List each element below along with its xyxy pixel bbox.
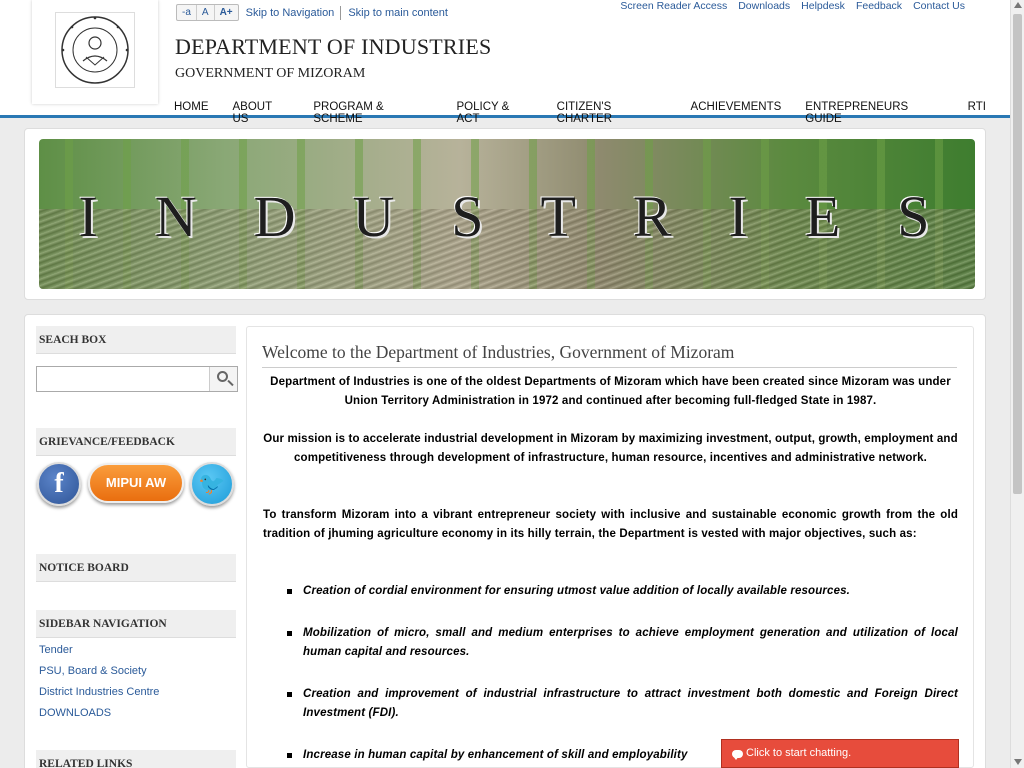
site-title: DEPARTMENT OF INDUSTRIES	[175, 34, 492, 59]
sidebar-link-psu-board-society[interactable]: PSU, Board & Society	[39, 665, 147, 677]
banner-letter: D	[253, 184, 302, 249]
main-content: Welcome to the Department of Industries,…	[246, 326, 974, 768]
bullet-icon	[287, 631, 292, 636]
bullet-icon	[287, 692, 292, 697]
facebook-icon[interactable]: f	[37, 462, 81, 506]
industries-banner-image: I N D U S T R I E S	[39, 139, 975, 289]
mission-paragraph: Our mission is to accelerate industrial …	[263, 433, 958, 464]
mipui-aw-button[interactable]: MIPUI AW	[88, 463, 184, 503]
objective-item: Creation and improvement of industrial i…	[303, 688, 958, 719]
nav-item-about-us[interactable]: ABOUT US	[233, 101, 290, 125]
screen-reader-link[interactable]: Screen Reader Access	[620, 0, 727, 12]
main-navigation: HOME ABOUT US PROGRAM & SCHEME POLICY & …	[174, 101, 1010, 125]
banner-container: I N D U S T R I E S	[24, 128, 986, 300]
bullet-icon	[287, 589, 292, 594]
site-header: -a A A+ Skip to Navigation Skip to main …	[0, 0, 1010, 125]
font-increase-button[interactable]: A+	[215, 5, 238, 20]
banner-letter: U	[352, 184, 401, 249]
twitter-icon[interactable]: 🐦	[190, 462, 234, 506]
scroll-up-arrow-icon[interactable]	[1014, 2, 1022, 8]
banner-letter: T	[540, 184, 582, 249]
nav-item-program-scheme[interactable]: PROGRAM & SCHEME	[313, 101, 432, 125]
chat-label: Click to start chatting.	[746, 747, 852, 759]
government-seal-icon[interactable]	[55, 12, 135, 88]
feedback-link[interactable]: Feedback	[856, 0, 902, 12]
social-links: f MIPUI AW 🐦	[36, 462, 236, 506]
objective-item: Mobilization of micro, small and medium …	[303, 627, 958, 658]
sidebar-link-downloads[interactable]: DOWNLOADS	[39, 707, 111, 719]
nav-item-policy-act[interactable]: POLICY & ACT	[457, 101, 533, 125]
font-normal-button[interactable]: A	[197, 5, 215, 20]
skip-to-navigation-link[interactable]: Skip to Navigation	[246, 7, 335, 19]
intro-paragraph: Department of Industries is one of the o…	[270, 376, 951, 407]
nav-item-achievements[interactable]: ACHIEVEMENTS	[691, 101, 782, 125]
skip-to-main-link[interactable]: Skip to main content	[348, 7, 448, 19]
font-size-controls: -a A A+	[176, 4, 239, 21]
sidebar-link-district-industries-centre[interactable]: District Industries Centre	[39, 686, 159, 698]
banner-lettering: I N D U S T R I E S	[39, 183, 975, 250]
notice-board-heading: NOTICE BOARD	[36, 554, 236, 582]
chat-bubble-icon	[732, 750, 743, 760]
banner-letter: I	[728, 184, 754, 249]
related-links-heading: RELATED LINKS	[36, 750, 236, 768]
nav-item-home[interactable]: HOME	[174, 101, 209, 125]
search-button[interactable]	[209, 367, 237, 391]
bullet-icon	[287, 753, 292, 758]
page-title: Welcome to the Department of Industries,…	[262, 342, 957, 368]
banner-letter: S	[897, 184, 936, 249]
font-decrease-button[interactable]: -a	[177, 5, 197, 20]
banner-letter: E	[804, 184, 847, 249]
scroll-down-arrow-icon[interactable]	[1014, 759, 1022, 765]
nav-item-citizens-charter[interactable]: CITIZEN'S CHARTER	[557, 101, 667, 125]
site-subtitle: GOVERNMENT OF MIZORAM	[175, 66, 366, 81]
objectives-intro-paragraph: To transform Mizoram into a vibrant entr…	[263, 509, 958, 540]
banner-letter: S	[451, 184, 490, 249]
utility-links: Screen Reader Access Downloads Helpdesk …	[620, 0, 965, 12]
objective-item: Creation of cordial environment for ensu…	[303, 585, 851, 597]
banner-letter: N	[154, 184, 203, 249]
downloads-link[interactable]: Downloads	[738, 0, 790, 12]
chat-widget-button[interactable]: Click to start chatting.	[721, 739, 959, 768]
accessibility-toolbar: -a A A+ Skip to Navigation Skip to main …	[176, 4, 448, 21]
logo-container	[32, 0, 158, 104]
search-input[interactable]	[36, 366, 238, 392]
sidebar-link-tender[interactable]: Tender	[39, 644, 73, 656]
vertical-scrollbar[interactable]	[1010, 0, 1024, 768]
nav-item-entrepreneurs-guide[interactable]: ENTREPRENEURS GUIDE	[805, 101, 943, 125]
banner-letter: R	[632, 184, 678, 249]
sidebar-navigation-heading: SIDEBAR NAVIGATION	[36, 610, 236, 638]
search-box-heading: SEACH BOX	[36, 326, 236, 354]
divider	[340, 5, 342, 20]
nav-item-rti[interactable]: RTI	[968, 101, 986, 125]
helpdesk-link[interactable]: Helpdesk	[801, 0, 845, 12]
grievance-feedback-heading: GRIEVANCE/FEEDBACK	[36, 428, 236, 456]
contact-us-link[interactable]: Contact Us	[913, 0, 965, 12]
scrollbar-thumb[interactable]	[1013, 14, 1022, 494]
banner-letter: I	[78, 184, 104, 249]
